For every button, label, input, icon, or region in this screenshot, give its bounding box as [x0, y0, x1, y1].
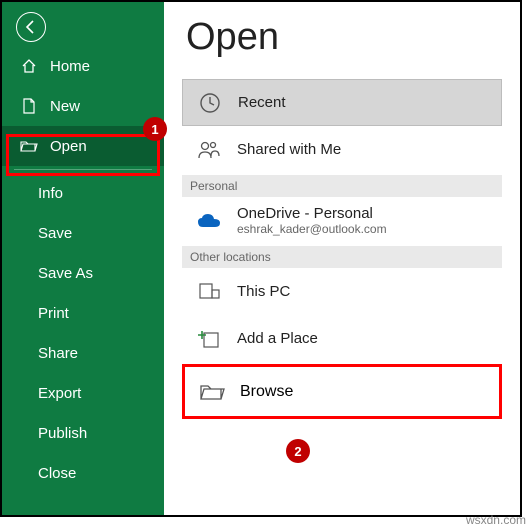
folder-icon — [199, 382, 225, 402]
sidebar-item-label: Share — [38, 345, 78, 362]
back-arrow-icon — [23, 19, 39, 35]
sidebar-separator — [14, 169, 152, 170]
sidebar-item-home[interactable]: Home — [2, 46, 164, 86]
location-onedrive[interactable]: OneDrive - Personal eshrak_kader@outlook… — [182, 197, 502, 244]
sidebar-item-save[interactable]: Save — [2, 213, 164, 253]
section-other: Other locations — [182, 246, 502, 268]
location-addplace[interactable]: Add a Place — [182, 315, 502, 362]
location-recent[interactable]: Recent — [182, 79, 502, 126]
pc-icon — [196, 282, 222, 302]
location-label: OneDrive - Personal — [237, 205, 387, 222]
page-title: Open — [164, 2, 520, 59]
annotation-badge-2: 2 — [286, 439, 310, 463]
back-area — [2, 2, 164, 46]
backstage-sidebar: Home New Open Info Save Save As Print — [2, 2, 164, 515]
clock-icon — [197, 92, 223, 114]
location-label: Add a Place — [237, 330, 318, 347]
add-place-icon — [196, 329, 222, 349]
sidebar-item-publish[interactable]: Publish — [2, 413, 164, 453]
location-text: OneDrive - Personal eshrak_kader@outlook… — [237, 205, 387, 236]
sidebar-item-print[interactable]: Print — [2, 293, 164, 333]
sidebar-item-label: Export — [38, 385, 81, 402]
location-label: This PC — [237, 283, 290, 300]
sidebar-item-label: New — [50, 98, 80, 115]
location-shared[interactable]: Shared with Me — [182, 126, 502, 173]
sidebar-item-close[interactable]: Close — [2, 453, 164, 493]
back-button[interactable] — [16, 12, 46, 42]
sidebar-item-label: Publish — [38, 425, 87, 442]
sidebar-item-saveas[interactable]: Save As — [2, 253, 164, 293]
sidebar-item-export[interactable]: Export — [2, 373, 164, 413]
sidebar-item-label: Print — [38, 305, 69, 322]
locations-list: Recent Shared with Me Personal OneDrive … — [182, 79, 502, 419]
sidebar-item-label: Home — [50, 58, 90, 75]
people-icon — [196, 140, 222, 160]
cloud-icon — [196, 212, 222, 230]
watermark: wsxdn.com — [466, 513, 526, 527]
sidebar-item-label: Save — [38, 225, 72, 242]
sidebar-item-share[interactable]: Share — [2, 333, 164, 373]
sidebar-item-label: Save As — [38, 265, 93, 282]
sidebar-item-label: Open — [50, 138, 87, 155]
location-thispc[interactable]: This PC — [182, 268, 502, 315]
folder-open-icon — [20, 139, 38, 153]
sidebar-item-info[interactable]: Info — [2, 173, 164, 213]
sidebar-item-open[interactable]: Open — [2, 126, 164, 166]
sidebar-item-label: Close — [38, 465, 76, 482]
main-panel: Open Recent Shared with Me Personal — [164, 2, 520, 515]
location-sublabel: eshrak_kader@outlook.com — [237, 222, 387, 236]
new-doc-icon — [20, 98, 38, 114]
home-icon — [20, 58, 38, 74]
location-label: Browse — [240, 383, 293, 401]
sidebar-item-new[interactable]: New — [2, 86, 164, 126]
location-browse[interactable]: Browse — [182, 364, 502, 419]
section-personal: Personal — [182, 175, 502, 197]
annotation-badge-1: 1 — [143, 117, 167, 141]
sidebar-item-label: Info — [38, 185, 63, 202]
location-label: Recent — [238, 94, 286, 111]
location-label: Shared with Me — [237, 141, 341, 158]
